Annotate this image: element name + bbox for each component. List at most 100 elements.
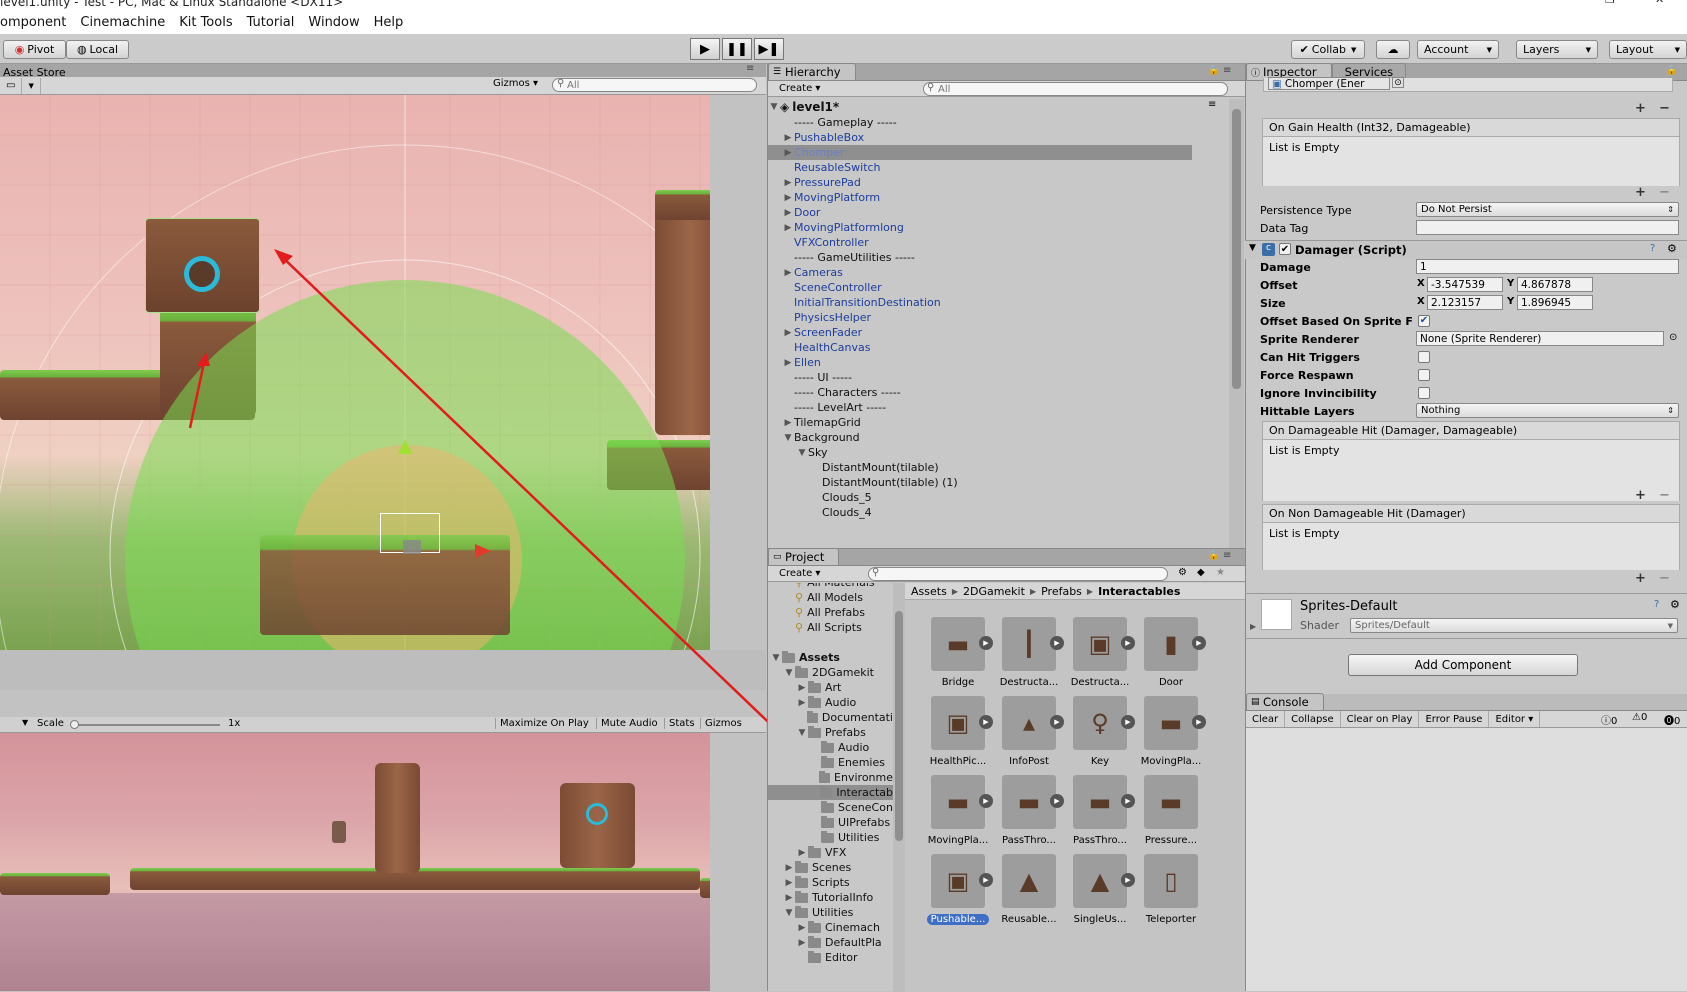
- project-tree-item[interactable]: ▶ VFX: [768, 845, 893, 860]
- error-count[interactable]: ⓿0: [1664, 712, 1680, 727]
- hierarchy-item[interactable]: SceneController: [768, 280, 1192, 295]
- asset-tile[interactable]: ▬ ▶ MovingPla...: [1136, 696, 1206, 767]
- hierarchy-item[interactable]: ▶ TilemapGrid: [768, 415, 1192, 430]
- expand-prefab-icon[interactable]: ▶: [1050, 794, 1064, 808]
- asset-tile[interactable]: ▴ ▶ InfoPost: [994, 696, 1064, 767]
- expand-prefab-icon[interactable]: ▶: [1050, 636, 1064, 650]
- expand-prefab-icon[interactable]: ▶: [979, 873, 993, 887]
- triangle-right-icon[interactable]: ▶: [782, 193, 794, 203]
- asset-tile[interactable]: ♀ ▶ Key: [1065, 696, 1135, 767]
- shader-dropdown[interactable]: Sprites/Default ▼: [1350, 618, 1678, 633]
- hierarchy-search-input[interactable]: All: [923, 82, 1228, 96]
- asset-tile[interactable]: ▬ ▶ PassThro...: [994, 775, 1064, 846]
- triangle-down-icon[interactable]: ▼: [783, 908, 795, 918]
- add-item-button[interactable]: +: [1635, 185, 1646, 200]
- tab-console[interactable]: ▤ Console: [1246, 693, 1324, 710]
- tab-hierarchy[interactable]: ☰ Hierarchy: [768, 63, 856, 80]
- persistence-type-dropdown[interactable]: Do Not Persist ⇕: [1416, 202, 1679, 217]
- hierarchy-item[interactable]: ▶ Ellen: [768, 355, 1192, 370]
- project-tree-item[interactable]: ⚲ All Materials: [768, 583, 893, 590]
- triangle-right-icon[interactable]: ▶: [782, 418, 794, 428]
- hierarchy-scrollbar[interactable]: [1229, 99, 1244, 548]
- asset-tile[interactable]: ▣ ▶ Pushable...: [923, 854, 993, 925]
- offset-y-field[interactable]: 4.867878: [1517, 277, 1593, 292]
- project-tree-item[interactable]: Utilities: [768, 830, 893, 845]
- help-icon[interactable]: ?: [1654, 599, 1659, 610]
- project-tree-item[interactable]: ▶ Scripts: [768, 875, 893, 890]
- object-picker-icon[interactable]: ⊙: [1669, 332, 1677, 343]
- expand-prefab-icon[interactable]: ▶: [1050, 715, 1064, 729]
- offset-x-field[interactable]: -3.547539: [1427, 277, 1503, 292]
- hierarchy-item[interactable]: ----- UI -----: [768, 370, 1192, 385]
- size-x-field[interactable]: 2.123157: [1427, 295, 1503, 310]
- scene-root[interactable]: ▼ ◈ level1*: [768, 99, 1192, 114]
- add-component-button[interactable]: Add Component: [1348, 654, 1578, 676]
- offset-sprite-flip-checkbox[interactable]: ✔: [1418, 315, 1430, 327]
- scrollbar-thumb[interactable]: [895, 611, 903, 841]
- hierarchy-item[interactable]: PhysicsHelper: [768, 310, 1192, 325]
- triangle-down-icon[interactable]: ▼: [1249, 243, 1256, 253]
- error-pause-button[interactable]: Error Pause: [1419, 711, 1490, 727]
- expand-prefab-icon[interactable]: ▶: [1121, 715, 1135, 729]
- triangle-right-icon[interactable]: ▶: [796, 938, 808, 948]
- asset-tile[interactable]: ┃ ▶ Destructa...: [994, 617, 1064, 688]
- asset-tile[interactable]: ▲ Reusable...: [994, 854, 1064, 925]
- triangle-down-icon[interactable]: ▼: [783, 668, 795, 678]
- project-search-input[interactable]: [868, 567, 1168, 581]
- hierarchy-item[interactable]: ▶ ScreenFader: [768, 325, 1192, 340]
- project-tree-item[interactable]: UIPrefabs: [768, 815, 893, 830]
- hierarchy-item[interactable]: ▼ Background: [768, 430, 1192, 445]
- project-tree-item[interactable]: ▶ DefaultPla: [768, 935, 893, 950]
- filter-label-icon[interactable]: ◆: [1197, 567, 1205, 578]
- hierarchy-item[interactable]: ▶ PushableBox: [768, 130, 1192, 145]
- project-tree-item[interactable]: ▼ 2DGamekit: [768, 665, 893, 680]
- hierarchy-item[interactable]: Clouds_4: [768, 505, 1192, 520]
- triangle-right-icon[interactable]: ▶: [782, 148, 794, 158]
- breadcrumb-item[interactable]: 2DGamekit: [963, 585, 1025, 598]
- project-tree-item[interactable]: Interactab: [768, 785, 893, 800]
- expand-prefab-icon[interactable]: ▶: [979, 636, 993, 650]
- expand-prefab-icon[interactable]: ▶: [1121, 873, 1135, 887]
- project-tree-item[interactable]: Audio: [768, 740, 893, 755]
- gear-icon[interactable]: ⚙: [1670, 598, 1680, 611]
- menu-icon[interactable]: ≡: [1223, 65, 1231, 76]
- project-tree-item[interactable]: ▼ Utilities: [768, 905, 893, 920]
- scrollbar-thumb[interactable]: [1232, 109, 1241, 389]
- hierarchy-item[interactable]: ----- LevelArt -----: [768, 400, 1192, 415]
- project-tree-item[interactable]: ▶ Art: [768, 680, 893, 695]
- star-icon[interactable]: ★: [1216, 567, 1225, 578]
- hierarchy-item[interactable]: ----- Gameplay -----: [768, 115, 1192, 130]
- triangle-right-icon[interactable]: ▶: [783, 863, 795, 873]
- project-tree-item[interactable]: Enemies: [768, 755, 893, 770]
- hierarchy-item[interactable]: DistantMount(tilable) (1): [768, 475, 1192, 490]
- triangle-right-icon[interactable]: ▶: [1250, 622, 1256, 631]
- project-tree-item[interactable]: Environme: [768, 770, 893, 785]
- remove-item-button[interactable]: −: [1659, 101, 1670, 116]
- project-tree-item[interactable]: ▼ Assets: [768, 650, 893, 665]
- editor-dropdown[interactable]: Editor ▾: [1489, 711, 1541, 727]
- project-tree-item[interactable]: ▶ Audio: [768, 695, 893, 710]
- hierarchy-item[interactable]: HealthCanvas: [768, 340, 1192, 355]
- gear-icon[interactable]: ⚙: [1667, 242, 1677, 255]
- asset-tile[interactable]: ▬ Pressure...: [1136, 775, 1206, 846]
- hierarchy-item[interactable]: ▶ PressurePad: [768, 175, 1192, 190]
- object-ref-field[interactable]: ▣ Chomper (Ener: [1268, 77, 1390, 90]
- console-log-area[interactable]: [1246, 728, 1687, 991]
- project-tree-item[interactable]: SceneCon: [768, 800, 893, 815]
- asset-tile[interactable]: ▬ ▶ Bridge: [923, 617, 993, 688]
- breadcrumb-item[interactable]: Interactables: [1098, 585, 1180, 598]
- expand-prefab-icon[interactable]: ▶: [1192, 636, 1206, 650]
- asset-tile[interactable]: ▮ ▶ Door: [1136, 617, 1206, 688]
- hierarchy-item[interactable]: DistantMount(tilable): [768, 460, 1192, 475]
- menu-icon[interactable]: ≡: [1223, 550, 1231, 561]
- size-y-field[interactable]: 1.896945: [1517, 295, 1593, 310]
- add-item-button[interactable]: +: [1635, 488, 1646, 503]
- damage-field[interactable]: 1: [1416, 259, 1679, 274]
- triangle-right-icon[interactable]: ▶: [796, 923, 808, 933]
- breadcrumb-item[interactable]: Prefabs: [1041, 585, 1082, 598]
- data-tag-field[interactable]: [1416, 220, 1679, 235]
- expand-prefab-icon[interactable]: ▶: [1192, 715, 1206, 729]
- hierarchy-item[interactable]: ▼ Sky: [768, 445, 1192, 460]
- info-count[interactable]: ⓘ0: [1601, 712, 1617, 727]
- expand-prefab-icon[interactable]: ▶: [1121, 636, 1135, 650]
